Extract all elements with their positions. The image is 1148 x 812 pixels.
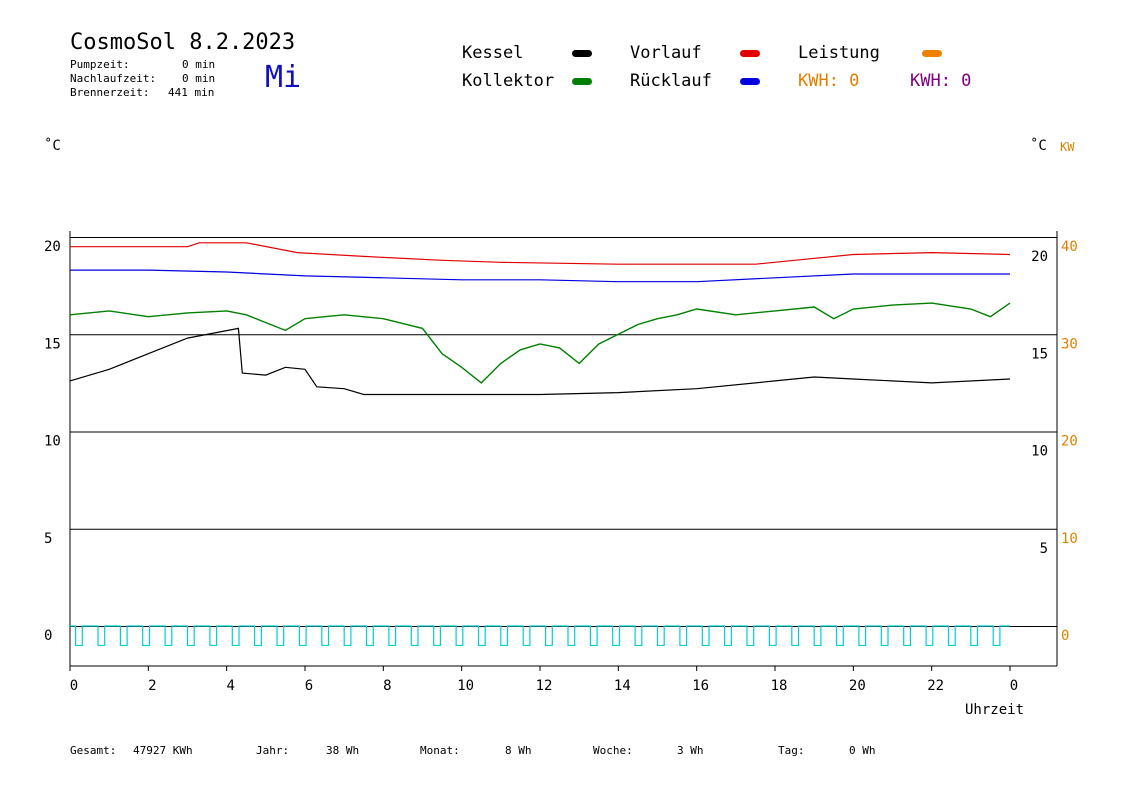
y2-tick-label: 10 <box>1061 531 1078 547</box>
y2-tick-label: 20 <box>1061 434 1078 450</box>
series-line-kessel <box>69 327 1011 396</box>
footer-gesamt-label: Gesamt: <box>70 744 117 757</box>
footer-jahr-label: Jahr: <box>256 744 290 757</box>
series-line-vorlauf <box>70 242 1011 265</box>
series-line-leistung-pulses <box>70 625 1010 647</box>
footer-woche-value: 3 Wh <box>677 744 704 757</box>
x-tick-label: 8 <box>383 678 391 694</box>
x-tick-label: 0 <box>1010 678 1018 694</box>
y-tick-label-right-c: 5 <box>1040 541 1048 557</box>
y-tick-label-left: 0 <box>44 628 52 644</box>
y-tick-label-left: 5 <box>44 531 52 547</box>
x-tick-label: 0 <box>70 678 78 694</box>
series-line-kollektor <box>69 302 1011 384</box>
x-tick-label: 4 <box>226 678 234 694</box>
y-tick-label-left: 15 <box>44 336 61 352</box>
footer-monat-value: 8 Wh <box>505 744 532 757</box>
footer-woche-label: Woche: <box>593 744 633 757</box>
x-tick-label: 20 <box>849 678 866 694</box>
footer-jahr-value: 38 Wh <box>326 744 360 757</box>
footer-tag-value: 0 Wh <box>849 744 876 757</box>
y-tick-label-left: 20 <box>44 239 61 255</box>
x-tick-label: 10 <box>457 678 474 694</box>
x-tick-label: 6 <box>305 678 313 694</box>
x-tick-label: 12 <box>536 678 553 694</box>
y-tick-label-right-c: 20 <box>1031 249 1048 265</box>
x-tick-label: 22 <box>927 678 944 694</box>
x-tick-label: 2 <box>148 678 156 694</box>
y-tick-label-left: 10 <box>44 434 61 450</box>
y2-tick-label: 40 <box>1061 239 1078 255</box>
footer-tag-label: Tag: <box>778 744 805 757</box>
series-line-ruecklauf <box>70 269 1010 283</box>
y-tick-label-right-c: 15 <box>1031 346 1048 362</box>
x-tick-label: 16 <box>692 678 709 694</box>
x-tick-label: 14 <box>614 678 631 694</box>
y2-tick-label: 30 <box>1061 336 1078 352</box>
x-axis-label: Uhrzeit <box>965 702 1025 718</box>
y2-tick-label: 0 <box>1061 628 1069 644</box>
x-tick-label: 18 <box>771 678 788 694</box>
y-tick-label-right-c: 10 <box>1031 444 1048 460</box>
chart-area: 0 5 10 15 20 5 10 15 20 0 10 20 30 40 0 2 4 6 8 10 12 14 16 18 2… <box>44 231 1078 694</box>
footer-monat-label: Monat: <box>420 744 460 757</box>
footer-gesamt-value: 47927 KWh <box>133 744 193 757</box>
